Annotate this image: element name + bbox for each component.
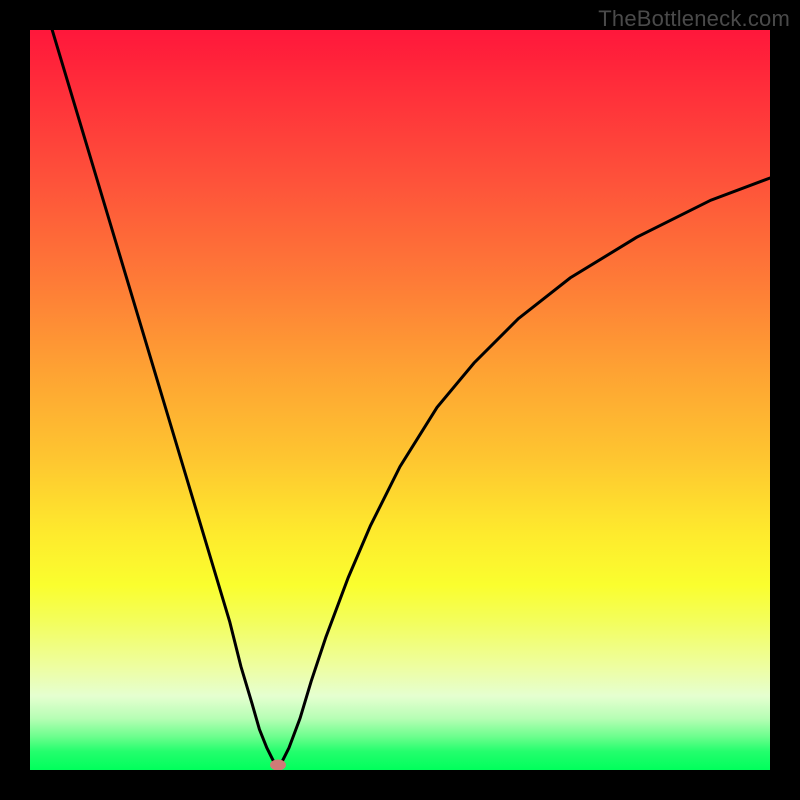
watermark-text: TheBottleneck.com	[598, 6, 790, 32]
bottleneck-curve	[30, 30, 770, 770]
minimum-marker	[270, 759, 286, 770]
chart-plot-area	[30, 30, 770, 770]
curve-right-branch	[282, 178, 770, 763]
curve-left-branch	[52, 30, 274, 763]
